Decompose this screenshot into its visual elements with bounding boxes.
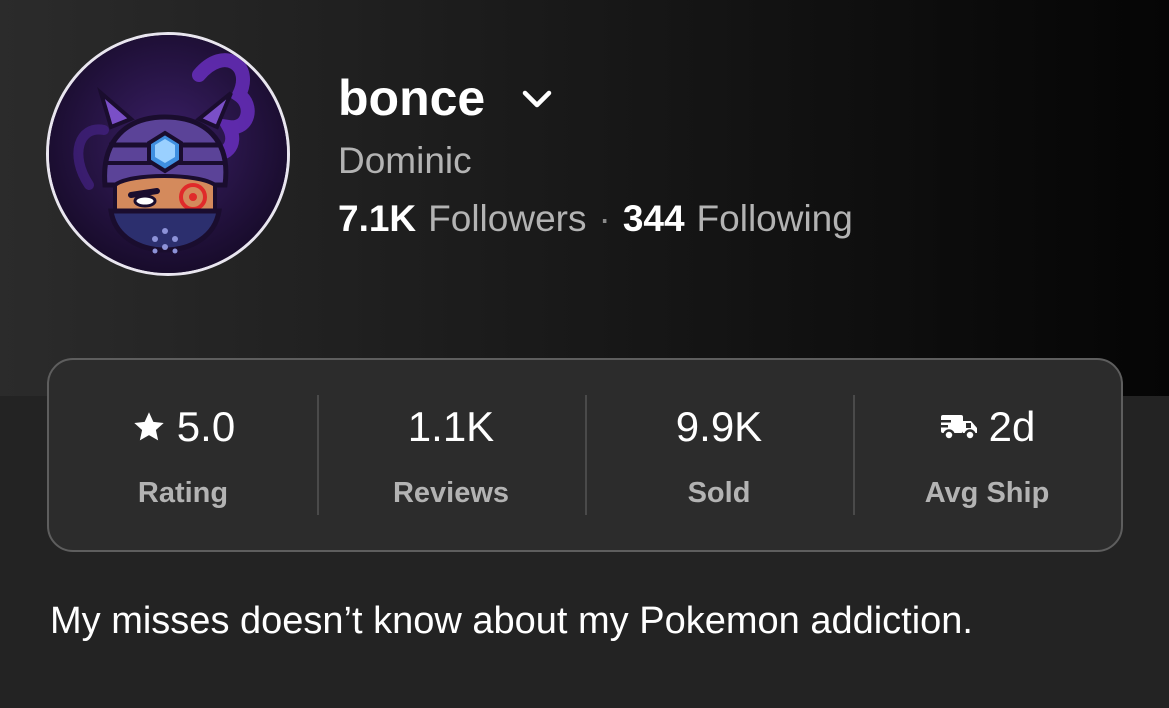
ninja-avatar-icon xyxy=(49,35,287,273)
stat-label-sold: Sold xyxy=(687,477,751,509)
stat-avg-ship[interactable]: 2d Avg Ship xyxy=(853,393,1121,517)
profile-info: bonce Dominic 7.1K Followers · 344 Follo… xyxy=(338,66,853,242)
chevron-down-icon[interactable] xyxy=(521,89,553,114)
stat-value-reviews: 1.1K xyxy=(407,403,495,450)
stat-value-avg-ship: 2d xyxy=(988,403,1036,450)
seller-stats-card: 5.0 Rating 1.1K Reviews 9.9K Sold 2d Avg… xyxy=(47,358,1123,552)
profile-bio: My misses doesn’t know about my Pokemon … xyxy=(50,600,973,642)
username-row: bonce xyxy=(338,66,853,130)
following-link[interactable]: Following xyxy=(697,196,853,242)
stat-reviews[interactable]: 1.1K Reviews xyxy=(317,393,585,517)
following-count: 344 xyxy=(622,198,685,239)
follow-separator: · xyxy=(598,198,611,239)
stat-value-rating: 5.0 xyxy=(176,403,236,450)
stat-label-reviews: Reviews xyxy=(392,477,510,509)
stat-sold[interactable]: 9.9K Sold xyxy=(585,393,853,517)
stat-label-rating: Rating xyxy=(137,477,229,509)
followers-link[interactable]: Followers xyxy=(428,196,586,242)
followers-count: 7.1K xyxy=(338,198,417,239)
display-name: Dominic xyxy=(338,140,472,181)
stat-value-sold: 9.9K xyxy=(675,403,763,450)
stat-label-avg-ship: Avg Ship xyxy=(924,477,1050,509)
profile-avatar[interactable] xyxy=(46,32,290,276)
stat-rating[interactable]: 5.0 Rating xyxy=(49,393,317,517)
star-icon xyxy=(131,409,167,445)
follow-counts: 7.1K Followers · 344 Following xyxy=(338,196,853,242)
username: bonce xyxy=(338,70,486,126)
delivery-truck-icon xyxy=(938,411,979,443)
